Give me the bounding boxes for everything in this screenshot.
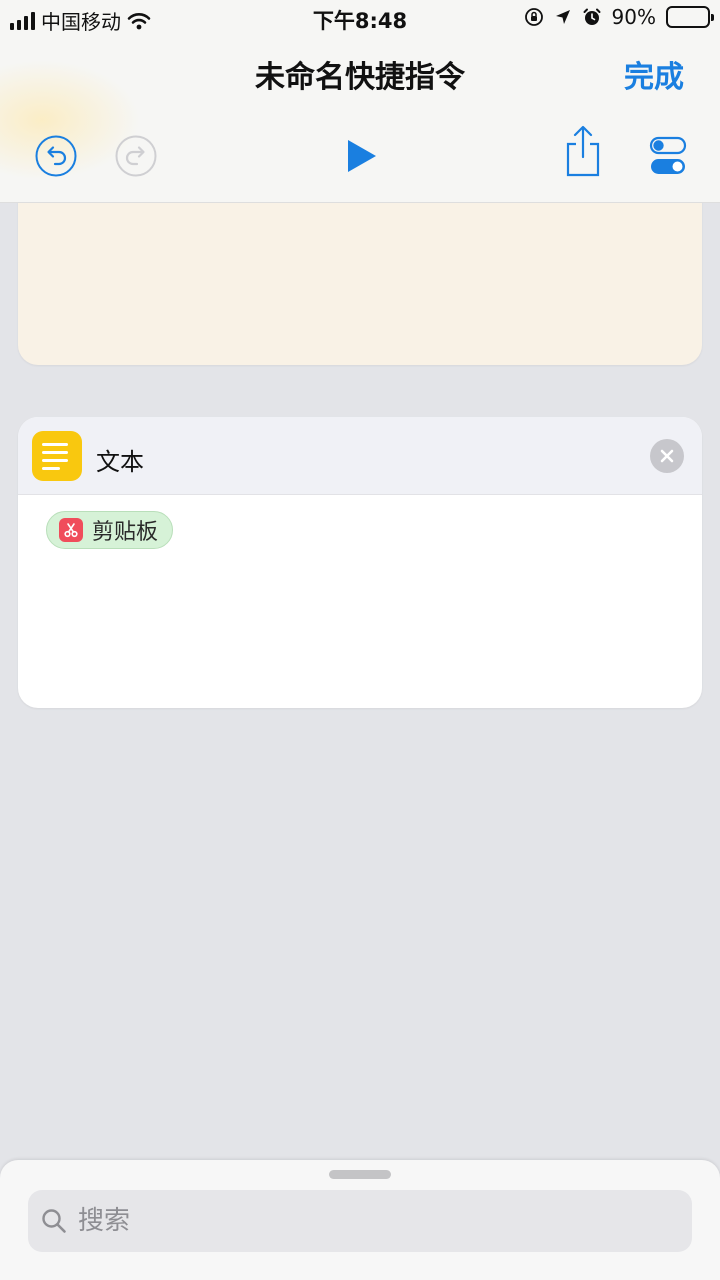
clipboard-variable-token[interactable]: 剪贴板	[46, 511, 174, 549]
text-action-title: 文本	[96, 448, 144, 476]
undo-icon	[35, 135, 77, 177]
scissors-icon	[59, 518, 83, 542]
share-button[interactable]	[560, 125, 606, 177]
search-icon	[42, 1209, 66, 1233]
actions-bottom-sheet[interactable]	[0, 1160, 720, 1280]
clipboard-token-label: 剪贴板	[92, 520, 159, 545]
done-button[interactable]: 完成	[624, 52, 684, 96]
status-bar: 中国移动 下午8:48 90%	[0, 0, 720, 36]
page-title: 未命名快捷指令	[255, 60, 465, 95]
remove-action-button[interactable]	[650, 439, 684, 473]
text-lines-icon	[32, 431, 82, 481]
top-bar: 中国移动 下午8:48 90% 未命名快捷指令 完成	[0, 0, 720, 203]
redo-icon	[115, 135, 157, 177]
run-button[interactable]	[337, 133, 383, 179]
battery-percent: 90%	[611, 5, 656, 29]
sheet-grabber[interactable]	[329, 1170, 391, 1179]
alarm-icon	[583, 8, 601, 25]
share-icon	[566, 125, 600, 177]
redo-button[interactable]	[113, 133, 159, 179]
orientation-lock-icon	[524, 8, 543, 26]
search-bar[interactable]	[28, 1190, 692, 1252]
text-action-header: 文本	[18, 417, 702, 495]
play-icon	[348, 140, 376, 172]
close-icon	[660, 449, 674, 463]
settings-button[interactable]	[645, 133, 691, 179]
settings-toggle-icon	[649, 136, 687, 174]
text-action-card[interactable]: 文本 剪贴板	[18, 417, 702, 708]
location-icon	[555, 10, 570, 24]
shortcut-editor-screen: 文本 剪贴板 中国移动 下午8:48 90% 未命名快捷指令 完成 搜索	[0, 0, 720, 1280]
undo-button[interactable]	[33, 133, 79, 179]
battery-icon	[666, 6, 714, 28]
search-input[interactable]	[78, 1206, 658, 1236]
